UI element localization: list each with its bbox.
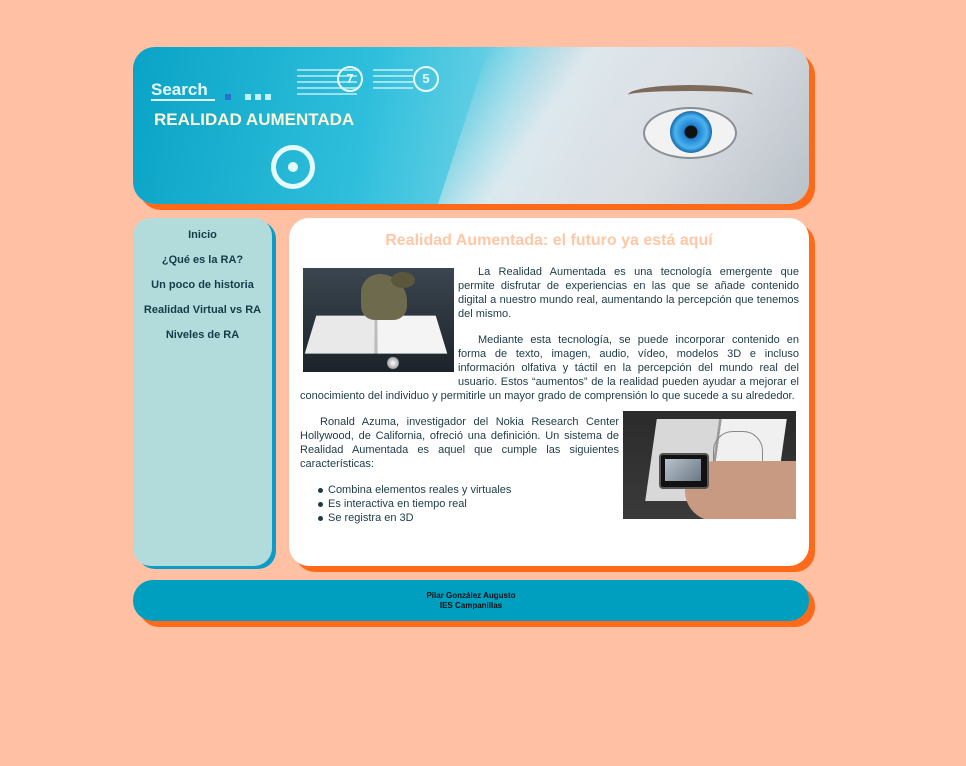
list-item: Es interactiva en tiempo real [318,497,799,511]
banner-badge-five: 5 [413,66,439,92]
banner-square-decoration [255,94,261,100]
eyebrow-graphic [628,85,753,105]
site-title: REALIDAD AUMENTADA [154,110,355,129]
dinosaur-book-image [303,268,454,372]
page-heading: Realidad Aumentada: el futuro ya está aq… [385,232,713,249]
bullet-icon [318,502,323,507]
header-banner: Search 7 5 REALIDAD AUMENTADA [133,47,809,204]
list-item: Combina elementos reales y virtuales [318,483,799,497]
ar-visor-graphic [433,47,809,204]
bullet-icon [318,516,323,521]
features-list: Combina elementos reales y virtuales Es … [318,483,799,525]
banner-menu-lines-decoration [373,65,413,105]
banner-square-decoration [265,94,271,100]
banner-search-underline [151,99,215,101]
nav-item-niveles-ra[interactable]: Niveles de RA [133,323,272,348]
nav-item-inicio[interactable]: Inicio [133,223,272,248]
banner-badge-seven: 7 [337,66,363,92]
list-item: Se registra en 3D [318,511,799,525]
eye-graphic [643,107,737,159]
footer: Pilar González Augusto IES Campanillas [133,580,809,621]
main-content-panel: Realidad Aumentada: el futuro ya está aq… [289,218,809,566]
nav-item-que-es-ra[interactable]: ¿Qué es la RA? [133,248,272,273]
nav-item-historia[interactable]: Un poco de historia [133,273,272,298]
banner-square-decoration [245,94,251,100]
bullet-icon [318,488,323,493]
target-icon [271,145,315,189]
sidebar: Inicio ¿Qué es la RA? Un poco de histori… [133,218,272,566]
nav-item-rv-vs-ra[interactable]: Realidad Virtual vs RA [133,298,272,323]
footer-school: IES Campanillas [439,601,503,610]
article-body: La Realidad Aumentada es una tecnología … [300,265,799,525]
banner-search-text: Search [151,80,208,99]
banner-square-decoration [225,94,231,100]
footer-author: Pilar González Augusto [426,591,516,600]
sidebar-nav: Inicio ¿Qué es la RA? Un poco de histori… [133,218,272,348]
